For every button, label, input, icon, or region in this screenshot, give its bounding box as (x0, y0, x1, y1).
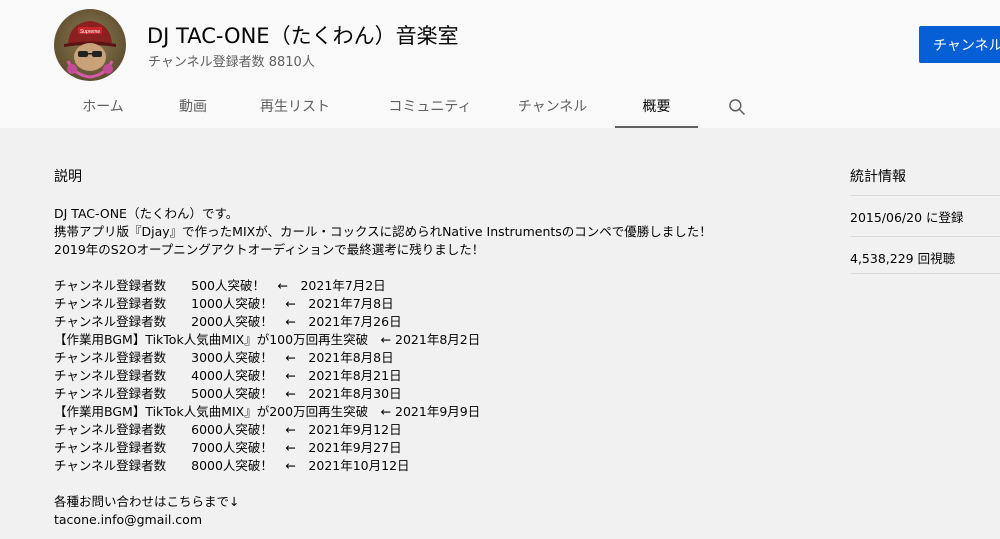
tab-channels[interactable]: チャンネル (505, 96, 600, 128)
description-line: チャンネル登録者数 3000人突破！ ← 2021年8月8日 (54, 350, 394, 365)
avatar[interactable]: Supreme (54, 9, 126, 81)
description-line: チャンネル登録者数 4000人突破！ ← 2021年8月21日 (54, 368, 402, 383)
channel-header: Supreme DJ TAC-ONE（たくわん）音楽室 チャンネル登録者数 88… (0, 0, 1000, 128)
description-line: 各種お問い合わせはこちらまで↓ (54, 494, 240, 509)
description-body: DJ TAC-ONE（たくわん）です。携帯アプリ版『Djay』で作ったMIXが、… (54, 205, 712, 529)
divider (850, 195, 1000, 196)
joined-date: 2015/06/20 に登録 (850, 210, 964, 225)
avatar-cap-text: Supreme (80, 29, 101, 35)
description-line: 【作業用BGM】TikTok人気曲MIX』が200万回再生突破 ← 2021年9… (54, 404, 481, 419)
description-line: DJ TAC-ONE（たくわん）です。 (54, 206, 239, 221)
description-blank-line (54, 475, 712, 493)
view-count: 4,538,229 回視聴 (850, 251, 956, 266)
description-line[interactable]: tacone.info@gmail.com (54, 511, 712, 529)
subscriber-count: チャンネル登録者数 8810人 (148, 55, 315, 70)
tab-community[interactable]: コミュニティ (375, 96, 485, 128)
description-blank-line (54, 259, 712, 277)
description-line: チャンネル登録者数 6000人突破！ ← 2021年9月12日 (54, 422, 402, 437)
divider (850, 236, 1000, 237)
divider (850, 273, 1000, 274)
stats-heading: 統計情報 (850, 169, 906, 185)
tab-home[interactable]: ホーム (70, 96, 136, 128)
description-line: チャンネル登録者数 8000人突破！ ← 2021年10月12日 (54, 458, 410, 473)
description-line: チャンネル登録者数 500人突破！ ← 2021年7月2日 (54, 278, 386, 293)
description-line: 【作業用BGM】TikTok人気曲MIX』が100万回再生突破 ← 2021年8… (54, 332, 481, 347)
channel-title: DJ TAC-ONE（たくわん）音楽室 (147, 24, 459, 48)
description-line: チャンネル登録者数 2000人突破！ ← 2021年7月26日 (54, 314, 402, 329)
description-line: チャンネル登録者数 5000人突破！ ← 2021年8月30日 (54, 386, 402, 401)
description-line: チャンネル登録者数 7000人突破！ ← 2021年9月27日 (54, 440, 402, 455)
description-line: 携帯アプリ版『Djay』で作ったMIXが、カール・コックスに認められNative… (54, 224, 712, 239)
description-line: チャンネル登録者数 1000人突破！ ← 2021年7月8日 (54, 296, 394, 311)
subscribe-button[interactable]: チャンネル登録 (919, 26, 1000, 63)
tab-about[interactable]: 概要 (615, 96, 698, 128)
avatar-image: Supreme (64, 21, 116, 79)
description-line: 2019年のS2Oオープニングアクトオーディションで最終選考に残りました！ (54, 242, 485, 257)
search-icon[interactable] (727, 97, 747, 117)
tab-playlists[interactable]: 再生リスト (250, 96, 340, 128)
tab-videos[interactable]: 動画 (160, 96, 226, 128)
description-heading: 説明 (54, 169, 82, 185)
